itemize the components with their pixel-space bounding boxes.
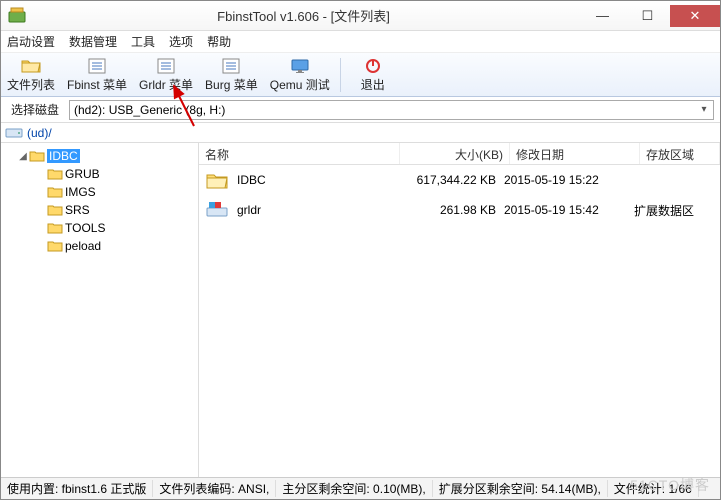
statusbar: 使用内置: fbinst1.6 正式版 文件列表编码: ANSI, 主分区剩余空… — [1, 477, 720, 499]
disk-value: (hd2): USB_Generic (8g, H:) — [74, 103, 225, 117]
list-header[interactable]: 名称 大小(KB) 修改日期 存放区域 — [199, 143, 720, 165]
collapse-icon[interactable]: ◢ — [17, 151, 29, 162]
list-rows: IDBC 617,344.22 KB 2015-05-19 15:22 grld… — [199, 165, 720, 477]
status-encoding: 文件列表编码: ANSI, — [153, 480, 276, 497]
tree-node[interactable]: peload — [35, 237, 196, 255]
folder-tree[interactable]: ◢ IDBC GRUB IMGS SRS TOOLS peload — [1, 143, 199, 477]
folder-icon — [47, 239, 63, 253]
toolbar-separator — [340, 58, 341, 92]
chevron-down-icon: ▾ — [697, 103, 711, 117]
window-controls: — ☐ ✕ — [580, 5, 720, 27]
drive-file-icon — [205, 198, 229, 222]
drive-icon — [5, 126, 23, 140]
list-row[interactable]: grldr 261.98 KB 2015-05-19 15:42 扩展数据区 — [199, 195, 720, 225]
titlebar: FbinstTool v1.606 - [文件列表] — ☐ ✕ — [1, 1, 720, 31]
menu-tools[interactable]: 工具 — [131, 33, 155, 50]
menubar: 启动设置 数据管理 工具 选项 帮助 — [1, 31, 720, 53]
list-row[interactable]: IDBC 617,344.22 KB 2015-05-19 15:22 — [199, 165, 720, 195]
status-main-free: 主分区剩余空间: 0.10(MB), — [276, 480, 432, 497]
breadcrumb[interactable]: (ud)/ — [1, 123, 720, 143]
col-date[interactable]: 修改日期 — [510, 143, 640, 164]
tb-grldr-menu[interactable]: Grldr 菜单 — [133, 54, 199, 96]
disk-combo[interactable]: (hd2): USB_Generic (8g, H:) ▾ — [69, 100, 714, 120]
main: ◢ IDBC GRUB IMGS SRS TOOLS peload 名称 大小(… — [1, 143, 720, 477]
tree-node[interactable]: SRS — [35, 201, 196, 219]
minimize-button[interactable]: — — [580, 5, 625, 27]
menu-startup[interactable]: 启动设置 — [7, 33, 55, 50]
file-list: 名称 大小(KB) 修改日期 存放区域 IDBC 617,344.22 KB 2… — [199, 143, 720, 477]
maximize-button[interactable]: ☐ — [625, 5, 670, 27]
tree-node[interactable]: IMGS — [35, 183, 196, 201]
window-title: FbinstTool v1.606 - [文件列表] — [27, 6, 580, 25]
status-ext-free: 扩展分区剩余空间: 54.14(MB), — [433, 480, 608, 497]
tb-fbinst-menu[interactable]: Fbinst 菜单 — [61, 54, 133, 96]
exit-icon — [363, 57, 383, 75]
app-icon — [7, 6, 27, 26]
tb-file-list[interactable]: 文件列表 — [1, 54, 61, 96]
menu-data[interactable]: 数据管理 — [69, 33, 117, 50]
col-size[interactable]: 大小(KB) — [400, 143, 510, 164]
folder-open-icon — [21, 57, 41, 75]
menu-help[interactable]: 帮助 — [207, 33, 231, 50]
folder-icon — [47, 221, 63, 235]
tb-exit[interactable]: 退出 — [345, 54, 401, 96]
tree-node[interactable]: TOOLS — [35, 219, 196, 237]
status-count: 文件统计: 1/66 — [608, 480, 699, 497]
tb-qemu-test[interactable]: Qemu 测试 — [264, 54, 336, 96]
col-name[interactable]: 名称 — [199, 143, 400, 164]
list-icon — [221, 57, 241, 75]
tree-node[interactable]: GRUB — [35, 165, 196, 183]
list-icon — [156, 57, 176, 75]
folder-icon — [205, 168, 229, 192]
tb-burg-menu[interactable]: Burg 菜单 — [199, 54, 264, 96]
tree-node-root[interactable]: ◢ IDBC — [17, 147, 196, 165]
menu-options[interactable]: 选项 — [169, 33, 193, 50]
list-icon — [87, 57, 107, 75]
folder-icon — [29, 149, 45, 163]
folder-icon — [47, 167, 63, 181]
folder-icon — [47, 185, 63, 199]
disk-row: 选择磁盘 (hd2): USB_Generic (8g, H:) ▾ — [1, 97, 720, 123]
close-button[interactable]: ✕ — [670, 5, 720, 27]
col-area[interactable]: 存放区域 — [640, 143, 720, 164]
disk-label: 选择磁盘 — [1, 101, 69, 118]
status-engine: 使用内置: fbinst1.6 正式版 — [1, 480, 153, 497]
breadcrumb-path: (ud)/ — [27, 126, 52, 140]
folder-icon — [47, 203, 63, 217]
toolbar: 文件列表 Fbinst 菜单 Grldr 菜单 Burg 菜单 Qemu 测试 … — [1, 53, 720, 97]
monitor-icon — [290, 57, 310, 75]
